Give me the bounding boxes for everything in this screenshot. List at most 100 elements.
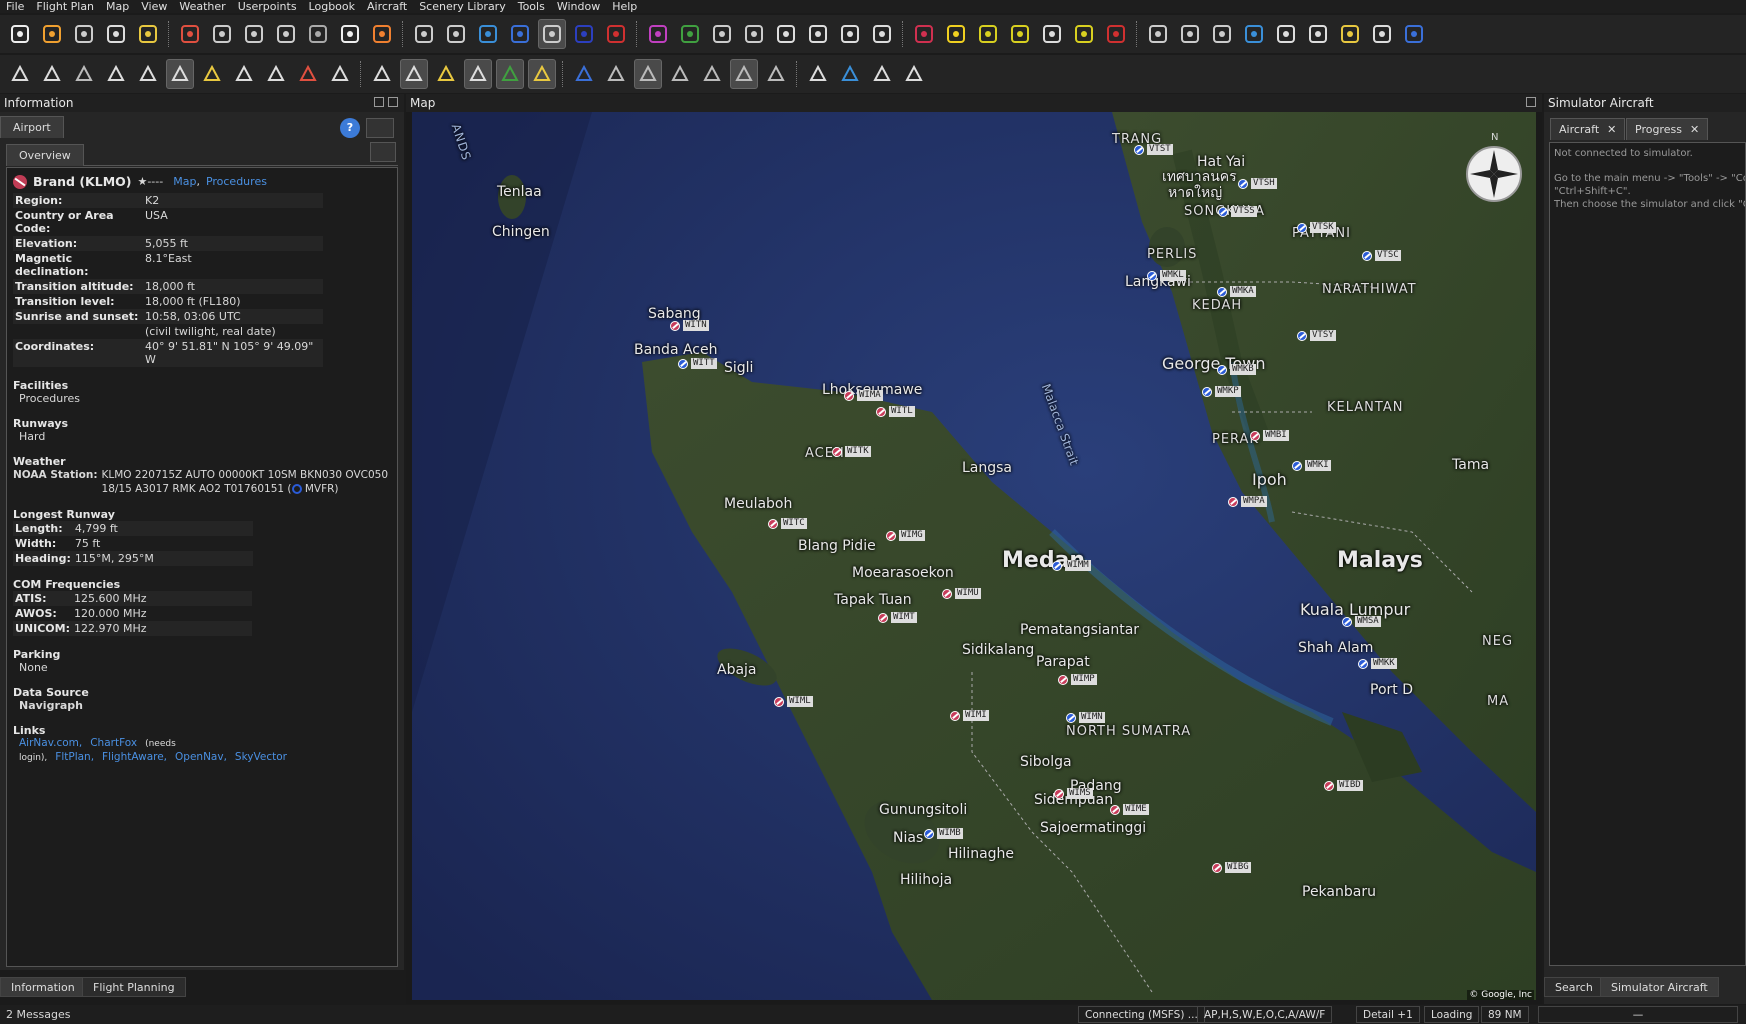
map-canvas[interactable]: TRANGHat Yaiเทศบาลนครหาดใหญ่SONGKHLAPATT… — [412, 112, 1536, 1000]
gps-icon[interactable] — [762, 59, 790, 89]
menu-aircraft[interactable]: Aircraft — [367, 0, 407, 13]
save-icon[interactable] — [70, 19, 98, 49]
airport-marker[interactable]: VTST — [1134, 144, 1173, 155]
menu-tools[interactable]: Tools — [518, 0, 545, 13]
open-icon[interactable] — [38, 19, 66, 49]
sun-icon[interactable] — [1336, 19, 1364, 49]
pencil-icon[interactable] — [102, 59, 130, 89]
airport-marker[interactable]: WIML — [774, 696, 813, 707]
airport-marker[interactable]: WIMA — [844, 390, 883, 401]
vor-label-icon[interactable] — [836, 19, 864, 49]
airport-marker[interactable]: VTSY — [1297, 330, 1336, 341]
airport-marker[interactable]: WIMM — [1052, 560, 1091, 571]
bolt-icon[interactable] — [1038, 19, 1066, 49]
plane4-icon[interactable] — [1208, 19, 1236, 49]
new-flightplan-icon[interactable] — [6, 19, 34, 49]
airport-marker[interactable]: WMBI — [1250, 430, 1289, 441]
zoom-print-icon[interactable] — [868, 59, 896, 89]
close-aircraft-tab-icon[interactable]: ✕ — [1607, 123, 1616, 136]
ndb-label-icon[interactable] — [868, 19, 896, 49]
external-link[interactable]: OpenNav, — [175, 751, 227, 763]
airport-marker[interactable]: WMPA — [1228, 496, 1267, 507]
menu-view[interactable]: View — [141, 0, 167, 13]
close-icon[interactable] — [388, 97, 398, 107]
help-icon[interactable]: ? — [340, 118, 360, 138]
icao-icon[interactable] — [602, 59, 630, 89]
select-icon[interactable] — [166, 59, 194, 89]
options-menu-icon[interactable] — [366, 118, 394, 138]
airport-marker[interactable]: WIME — [1110, 804, 1149, 815]
clock-icon[interactable] — [1304, 19, 1332, 49]
plane-icon[interactable] — [1070, 19, 1098, 49]
tab-information[interactable]: Information — [0, 977, 86, 997]
menu-userpoints[interactable]: Userpoints — [238, 0, 297, 13]
route-line-icon[interactable] — [1006, 19, 1034, 49]
airport-marker[interactable]: WITT — [678, 358, 717, 369]
airport-marker[interactable]: VTSH — [1238, 178, 1277, 189]
airport-marker[interactable]: WITK — [832, 446, 871, 457]
airspace-icon[interactable] — [304, 19, 332, 49]
terrain-icon[interactable] — [496, 59, 524, 89]
menu-scenery-library[interactable]: Scenery Library — [419, 0, 506, 13]
zoom-icon[interactable] — [474, 19, 502, 49]
menu-file[interactable]: File — [6, 0, 24, 13]
reload-icon[interactable] — [134, 19, 162, 49]
airport-marker[interactable]: WIMB — [924, 828, 963, 839]
undo-icon[interactable] — [6, 59, 34, 89]
reset-icon[interactable] — [70, 59, 98, 89]
tab-progress[interactable]: Progress ✕ — [1626, 118, 1709, 140]
airport-marker[interactable]: WMKP — [1202, 386, 1241, 397]
airport-marker[interactable]: WITC — [768, 518, 807, 529]
tab-overview[interactable]: Overview — [6, 144, 84, 166]
map-snap-icon[interactable] — [432, 59, 460, 89]
navaid-icon[interactable] — [602, 19, 630, 49]
airport-marker[interactable]: VTSC — [1362, 250, 1401, 261]
takeoff-icon[interactable] — [368, 19, 396, 49]
pin-icon[interactable] — [294, 59, 322, 89]
airport-marker[interactable]: WMKI — [1292, 460, 1331, 471]
forward-icon[interactable] — [442, 19, 470, 49]
arrow-a-icon[interactable] — [230, 59, 258, 89]
airport-marker[interactable]: WMKK — [1358, 658, 1397, 669]
pie-icon[interactable] — [804, 19, 832, 49]
overview-menu-icon[interactable] — [370, 142, 396, 162]
aircraft-icon[interactable] — [272, 19, 300, 49]
db-icon[interactable] — [804, 59, 832, 89]
arc-icon[interactable] — [698, 59, 726, 89]
measure-icon[interactable] — [772, 19, 800, 49]
save-as-icon[interactable] — [102, 19, 130, 49]
redo-icon[interactable] — [38, 59, 66, 89]
map-link[interactable]: Map — [173, 175, 196, 188]
menu-weather[interactable]: Weather — [179, 0, 225, 13]
target-icon[interactable] — [942, 19, 970, 49]
menu-flight-plan[interactable]: Flight Plan — [36, 0, 94, 13]
home-icon[interactable] — [176, 19, 204, 49]
disc-icon[interactable] — [1272, 19, 1300, 49]
airport-marker[interactable]: WMKA — [1217, 286, 1256, 297]
airport-marker[interactable]: WITL — [876, 406, 915, 417]
fullscreen-icon[interactable] — [368, 59, 396, 89]
airport-marker[interactable]: WIMT — [878, 612, 917, 623]
tab-airport[interactable]: Airport — [0, 116, 64, 138]
menu-logbook[interactable]: Logbook — [309, 0, 355, 13]
db-edit-icon[interactable] — [836, 59, 864, 89]
airport-marker[interactable]: WIBD — [1324, 780, 1363, 791]
airport-marker[interactable]: WIMG — [886, 530, 925, 541]
gear-icon[interactable] — [900, 59, 928, 89]
plane2-icon[interactable] — [1144, 19, 1172, 49]
turbine-icon[interactable] — [326, 59, 354, 89]
arrow-b-icon[interactable] — [262, 59, 290, 89]
menu-help[interactable]: Help — [612, 0, 637, 13]
add-home-icon[interactable] — [208, 19, 236, 49]
airport-marker[interactable]: VTSS — [1218, 206, 1257, 217]
globe-icon[interactable] — [506, 19, 534, 49]
external-link[interactable]: AirNav.com, — [19, 737, 82, 749]
airport-marker[interactable]: VTSK — [1297, 222, 1336, 233]
fuel-icon[interactable] — [1102, 19, 1130, 49]
pen2-icon[interactable] — [1368, 19, 1396, 49]
float-icon[interactable] — [374, 97, 384, 107]
search-map-icon[interactable] — [400, 59, 428, 89]
airport-marker[interactable]: WIMN — [1066, 712, 1105, 723]
route-icon[interactable] — [240, 19, 268, 49]
tab-aircraft[interactable]: Aircraft ✕ — [1550, 118, 1626, 140]
